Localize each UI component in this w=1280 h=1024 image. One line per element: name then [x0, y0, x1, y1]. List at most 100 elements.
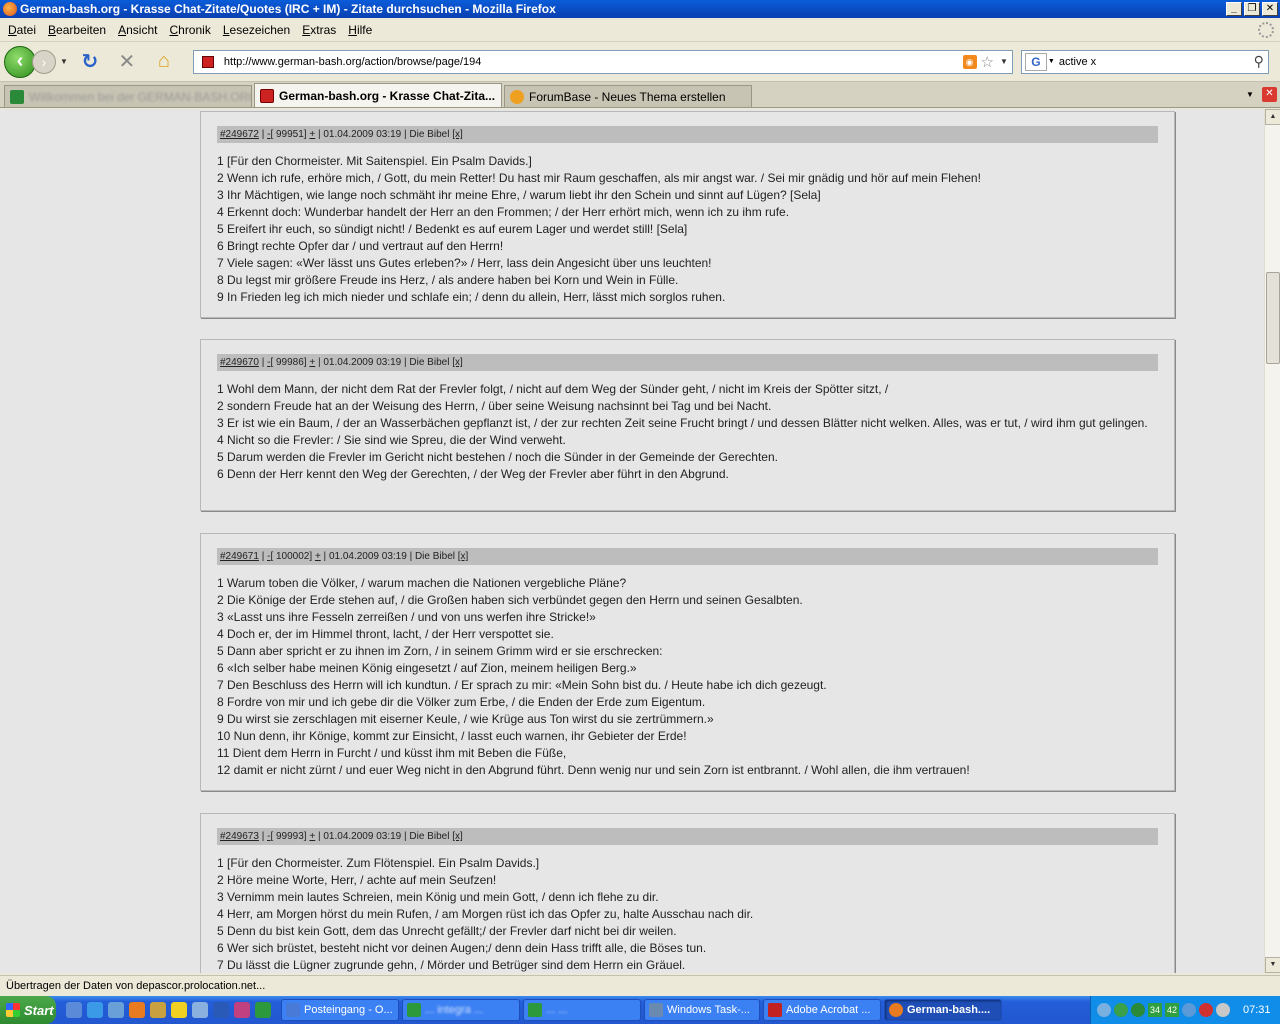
- tab-german-bash-browse[interactable]: German-bash.org - Krasse Chat-Zita...: [254, 83, 502, 107]
- window-titlebar: German-bash.org - Krasse Chat-Zitate/Quo…: [0, 0, 1280, 18]
- menu-lesezeichen[interactable]: Lesezeichen: [218, 23, 295, 37]
- quote-score: [ 99993]: [270, 831, 307, 842]
- excel-icon[interactable]: [255, 1002, 271, 1018]
- scroll-up-icon[interactable]: ▲: [1265, 109, 1280, 125]
- search-input[interactable]: [1058, 55, 1254, 68]
- tray-counter[interactable]: 34: [1148, 1003, 1162, 1017]
- volume-icon[interactable]: [1216, 1003, 1230, 1017]
- vote-up-link[interactable]: +: [315, 551, 321, 562]
- firefox-icon[interactable]: [129, 1002, 145, 1018]
- quote-line: 10 Nun denn, ihr Könige, kommt zur Einsi…: [217, 729, 687, 743]
- scrollbar-thumb[interactable]: [1266, 272, 1280, 364]
- tab-favicon-icon: [510, 89, 524, 104]
- quote-line: 3 Vernimm mein lautes Schreien, mein Kön…: [217, 890, 659, 904]
- ie-icon[interactable]: [87, 1002, 103, 1018]
- app-icon[interactable]: [171, 1002, 187, 1018]
- search-bar[interactable]: G ▼ ⚲: [1020, 49, 1269, 74]
- quote-line: 3 Ihr Mächtigen, wie lange noch schmäht …: [217, 188, 821, 202]
- tab-german-bash-home[interactable]: Willkommen bei der GERMAN-BASH.ORG T...: [4, 85, 252, 107]
- quote-header: #249670 | -[ 99986] + | 01.04.2009 03:19…: [217, 354, 1158, 371]
- word-icon[interactable]: [213, 1002, 229, 1018]
- quote-body: 1 Warum toben die Völker, / warum machen…: [201, 571, 1174, 789]
- tab-bar: Willkommen bei der GERMAN-BASH.ORG T... …: [0, 82, 1280, 108]
- quote-line: 1 [Für den Chormeister. Mit Saitenspiel.…: [217, 154, 532, 168]
- quote-line: 4 Nicht so die Frevler: / Sie sind wie S…: [217, 433, 566, 447]
- site-identity-icon[interactable]: [197, 51, 218, 72]
- task-app-icon: [649, 1003, 663, 1017]
- vote-up-link[interactable]: +: [309, 357, 315, 368]
- quote-id-link[interactable]: #249671: [220, 551, 259, 562]
- outlook-icon[interactable]: [108, 1002, 124, 1018]
- reload-icon[interactable]: ↻: [78, 50, 102, 74]
- menu-bearbeiten[interactable]: Bearbeiten: [43, 23, 111, 37]
- menu-extras[interactable]: Extras: [297, 23, 341, 37]
- url-dropdown-icon[interactable]: ▼: [1000, 57, 1008, 66]
- tray-app-icon[interactable]: [1114, 1003, 1128, 1017]
- url-input[interactable]: http://www.german-bash.org/action/browse…: [222, 56, 963, 68]
- menu-chronik[interactable]: Chronik: [164, 23, 215, 37]
- app-icon[interactable]: [150, 1002, 166, 1018]
- quote-id-link[interactable]: #249670: [220, 357, 259, 368]
- minimize-button[interactable]: _: [1226, 2, 1242, 16]
- close-tab-icon[interactable]: ✕: [1262, 87, 1277, 102]
- vote-up-link[interactable]: +: [309, 831, 315, 842]
- quote-date: 01.04.2009 03:19: [328, 551, 407, 562]
- forward-button[interactable]: ›: [32, 49, 56, 74]
- rss-feed-icon[interactable]: ◉: [962, 54, 977, 69]
- quote-line: 2 Wenn ich rufe, erhöre mich, / Gott, du…: [217, 171, 981, 185]
- quote-line: 4 Doch er, der im Himmel thront, lacht, …: [217, 627, 554, 641]
- start-button[interactable]: Start: [0, 996, 56, 1024]
- network-icon[interactable]: [1097, 1003, 1111, 1017]
- quote-id-link[interactable]: #249672: [220, 129, 259, 140]
- task-task-manager[interactable]: Windows Task-...: [644, 999, 760, 1021]
- menu-ansicht[interactable]: Ansicht: [113, 23, 162, 37]
- tray-app-icon[interactable]: [1199, 1003, 1213, 1017]
- tab-list-dropdown-icon[interactable]: ▼: [1242, 86, 1258, 104]
- report-link[interactable]: [x]: [458, 551, 469, 562]
- history-dropdown-icon[interactable]: ▼: [60, 57, 68, 66]
- close-window-button[interactable]: ✕: [1262, 2, 1278, 16]
- google-engine-icon[interactable]: G: [1024, 52, 1047, 71]
- quote-line: 3 Er ist wie ein Baum, / der an Wasserbä…: [217, 416, 1148, 430]
- tray-app-icon[interactable]: [1182, 1003, 1196, 1017]
- quote-block: #249672 | -[ 99951] + | 01.04.2009 03:19…: [200, 111, 1175, 318]
- report-link[interactable]: [x]: [452, 357, 463, 368]
- task-app-icon: [768, 1003, 782, 1017]
- url-bar[interactable]: http://www.german-bash.org/action/browse…: [192, 49, 1013, 74]
- bookmark-star-icon[interactable]: ☆: [981, 53, 994, 71]
- menu-hilfe[interactable]: Hilfe: [343, 23, 377, 37]
- quote-header: #249671 | -[ 100002] + | 01.04.2009 03:1…: [217, 548, 1158, 565]
- vertical-scrollbar[interactable]: ▲ ▼: [1264, 109, 1280, 973]
- task-label: ... integra ...: [425, 1004, 484, 1016]
- app-icon[interactable]: [234, 1002, 250, 1018]
- tray-app-icon[interactable]: [1131, 1003, 1145, 1017]
- task-excel-1[interactable]: ... integra ...: [402, 999, 520, 1021]
- task-acrobat[interactable]: Adobe Acrobat ...: [763, 999, 881, 1021]
- quote-id-link[interactable]: #249673: [220, 831, 259, 842]
- desktop-icon[interactable]: [66, 1002, 82, 1018]
- vote-up-link[interactable]: +: [309, 129, 315, 140]
- home-icon[interactable]: ⌂: [152, 50, 176, 74]
- quote-line: 2 sondern Freude hat an der Weisung des …: [217, 399, 772, 413]
- menu-datei[interactable]: Datei: [3, 23, 41, 37]
- task-outlook[interactable]: Posteingang - O...: [281, 999, 399, 1021]
- engine-dropdown-icon[interactable]: ▼: [1048, 58, 1055, 65]
- report-link[interactable]: [x]: [452, 129, 463, 140]
- report-link[interactable]: [x]: [452, 831, 463, 842]
- app-icon[interactable]: [192, 1002, 208, 1018]
- quote-block: #249671 | -[ 100002] + | 01.04.2009 03:1…: [200, 533, 1175, 791]
- tab-label: German-bash.org - Krasse Chat-Zita...: [279, 88, 496, 103]
- firefox-icon: [3, 2, 17, 16]
- search-icon[interactable]: ⚲: [1254, 53, 1264, 70]
- window-title: German-bash.org - Krasse Chat-Zitate/Quo…: [20, 2, 556, 16]
- page-content: #249672 | -[ 99951] + | 01.04.2009 03:19…: [0, 109, 1264, 973]
- quote-score: [ 100002]: [270, 551, 313, 562]
- tab-forumbase[interactable]: ForumBase - Neues Thema erstellen: [504, 85, 752, 107]
- quote-line: 6 Bringt rechte Opfer dar / und vertraut…: [217, 239, 504, 253]
- tray-counter[interactable]: 42: [1165, 1003, 1179, 1017]
- task-excel-2[interactable]: ... ...: [523, 999, 641, 1021]
- maximize-button[interactable]: ❐: [1244, 2, 1260, 16]
- stop-icon[interactable]: ✕: [115, 50, 139, 74]
- task-firefox[interactable]: German-bash....: [884, 999, 1002, 1021]
- scroll-down-icon[interactable]: ▼: [1265, 957, 1280, 973]
